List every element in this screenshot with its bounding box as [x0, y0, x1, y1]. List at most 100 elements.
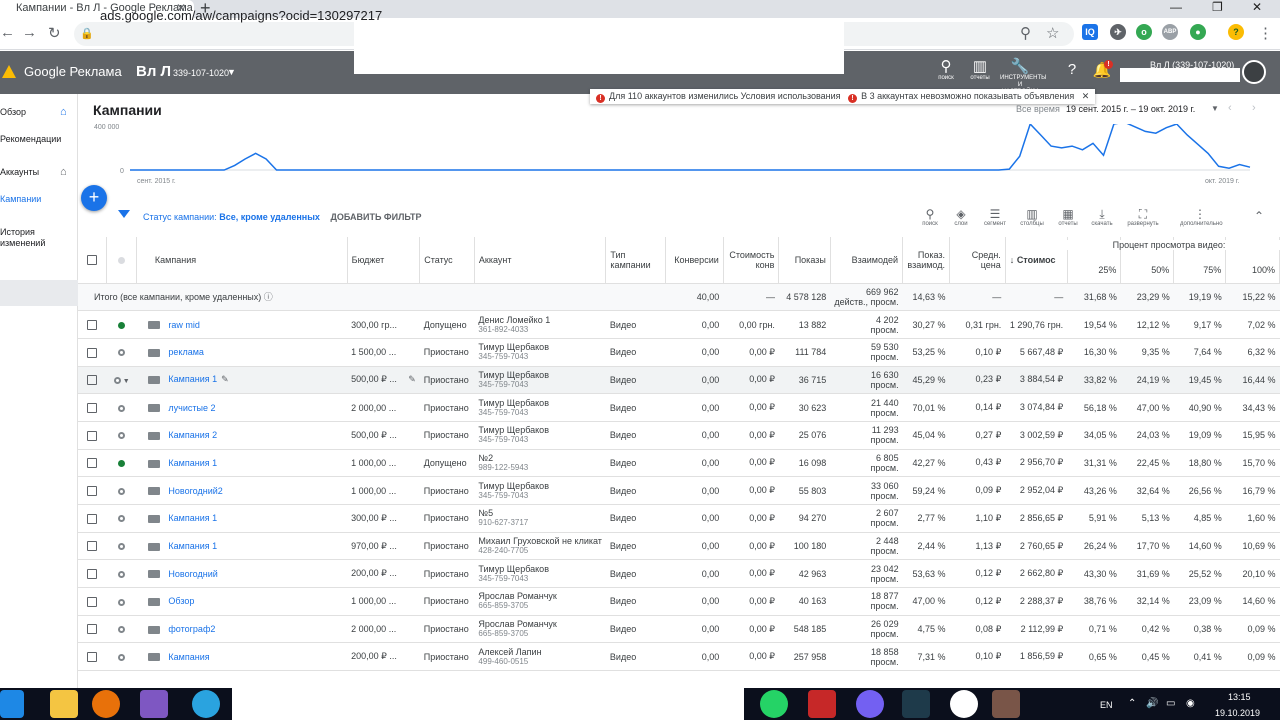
campaign-link[interactable]: Кампания 2	[168, 430, 217, 440]
column-header-avg-price[interactable]: Средн. цена	[949, 237, 1006, 284]
account-name-link[interactable]: Тимур Щербаков	[478, 425, 549, 435]
campaign-link[interactable]: Новогодний	[168, 569, 217, 579]
status-dot-cell[interactable]	[106, 338, 137, 367]
status-dot-cell[interactable]	[106, 310, 137, 339]
campaign-link[interactable]: Новогодний2	[168, 486, 222, 496]
file-explorer-icon[interactable]	[50, 690, 78, 718]
status-dot-cell[interactable]	[106, 532, 137, 561]
sidebar-item-overview[interactable]: Обзор	[0, 107, 26, 117]
notice-terms[interactable]: Для 110 аккаунтов изменились Условия исп…	[609, 91, 841, 101]
toolbar-download-button[interactable]: ⤓ скачать	[1084, 207, 1120, 227]
firefox-icon[interactable]	[92, 690, 120, 718]
status-dot-icon[interactable]	[118, 404, 126, 412]
row-checkbox-cell[interactable]	[78, 366, 107, 395]
table-row[interactable]: Кампания 1 300,00 ₽ ... Приостано №5 910-627…	[78, 504, 1280, 533]
account-cell[interactable]: Тимур Щербаков 345-759-7043	[474, 476, 606, 505]
reports-button[interactable]: ▥ отчеты	[960, 57, 1000, 82]
notice-ads[interactable]: В 3 аккаунтах невозможно показывать объя…	[861, 91, 1074, 101]
account-name[interactable]: Вл Л	[136, 63, 171, 80]
tray-up-icon[interactable]: ⌃	[1128, 698, 1136, 709]
row-checkbox[interactable]	[87, 347, 98, 358]
adblock-icon[interactable]: ABP	[1162, 24, 1178, 40]
extension-green-icon[interactable]: ●	[1190, 24, 1206, 40]
toolbar-segment-button[interactable]: ☰ сегмент	[977, 207, 1013, 227]
yandex-browser-icon[interactable]	[950, 690, 978, 718]
column-header-impressions[interactable]: Показы	[778, 237, 831, 284]
toolbar-layers-button[interactable]: ◈ слои	[943, 207, 979, 227]
start-button[interactable]	[0, 690, 24, 718]
status-dot-cell[interactable]	[106, 587, 137, 616]
clock-time[interactable]: 13:15	[1228, 692, 1251, 702]
minimize-icon[interactable]: —	[1170, 0, 1182, 14]
notifications-button[interactable]: 🔔	[1082, 61, 1122, 79]
status-dot-icon[interactable]	[118, 598, 126, 606]
row-checkbox[interactable]	[87, 513, 98, 524]
status-dot-icon[interactable]	[118, 515, 126, 523]
cube-app-icon[interactable]	[808, 690, 836, 718]
add-campaign-button[interactable]: +	[81, 185, 107, 211]
account-cell[interactable]: Алексей Лапин 499-460-0515	[474, 642, 606, 672]
row-checkbox-cell[interactable]	[78, 532, 107, 561]
date-range-value[interactable]: 19 сент. 2015 г. – 19 окт. 2019 г.	[1066, 104, 1195, 114]
status-dot-cell[interactable]	[106, 615, 137, 644]
filter-value[interactable]: Все, кроме удаленных	[219, 212, 320, 222]
status-dot-cell[interactable]	[106, 642, 137, 672]
account-cell[interactable]: Тимур Щербаков 345-759-7043	[474, 421, 606, 450]
account-cell[interactable]: Ярослав Романчук 665-859-3705	[474, 615, 606, 644]
account-cell[interactable]: Михаил Груховской не кликат 428-240-7705	[474, 532, 606, 561]
status-dot-icon[interactable]	[118, 626, 126, 634]
status-dot-icon[interactable]	[118, 570, 126, 578]
status-dot-icon[interactable]	[118, 543, 126, 551]
viber-icon[interactable]	[856, 690, 884, 718]
table-row[interactable]: фотограф2 2 000,00 ... Приостано Ярослав Ро…	[78, 615, 1280, 644]
add-filter-button[interactable]: ДОБАВИТЬ ФИЛЬТР	[330, 212, 421, 222]
lock-icon[interactable]: 🔒	[80, 27, 94, 40]
column-header-conv-cost[interactable]: Стоимость конв	[723, 237, 780, 284]
campaign-link[interactable]: Кампания 1	[168, 541, 217, 551]
close-window-icon[interactable]: ✕	[1252, 0, 1262, 14]
sidebar-item-history[interactable]: История	[0, 227, 35, 237]
filter-label[interactable]: Статус кампании:	[143, 212, 217, 222]
account-cell[interactable]: Тимур Щербаков 345-759-7043	[474, 338, 606, 367]
table-row[interactable]: Кампания 2 500,00 ₽ ... Приостано Тимур Щер…	[78, 421, 1280, 450]
zoom-icon[interactable]: ⚲	[1020, 24, 1031, 42]
row-checkbox[interactable]	[87, 541, 98, 552]
account-name-link[interactable]: Денис Ломейко 1	[478, 315, 550, 325]
extension-circle-icon[interactable]: o	[1136, 24, 1152, 40]
app-icon[interactable]	[140, 690, 168, 718]
row-checkbox-cell[interactable]	[78, 559, 107, 589]
extension-icon[interactable]: ✈	[1110, 24, 1126, 40]
account-name-link[interactable]: Алексей Лапин	[478, 647, 541, 657]
account-name-link[interactable]: Ярослав Романчук	[478, 619, 556, 629]
help-extension-icon[interactable]: ?	[1228, 24, 1244, 40]
status-caret-icon[interactable]: ▼	[121, 378, 130, 385]
toolbar-expand-button[interactable]: ⛶ развернуть	[1125, 207, 1161, 227]
account-name-link[interactable]: Тимур Щербаков	[478, 481, 549, 491]
row-checkbox[interactable]	[87, 375, 98, 386]
edit-budget-icon[interactable]: ✎	[408, 374, 416, 385]
row-checkbox[interactable]	[87, 596, 98, 607]
column-header-budget[interactable]: Бюджет	[347, 237, 421, 284]
row-checkbox-cell[interactable]	[78, 338, 107, 367]
account-name-link[interactable]: №5	[478, 508, 493, 518]
row-checkbox[interactable]	[87, 652, 98, 663]
campaign-link[interactable]: реклама	[168, 347, 204, 357]
account-name-link[interactable]: Тимур Щербаков	[478, 342, 549, 352]
status-dot-cell[interactable]	[106, 449, 137, 478]
url-text[interactable]: ads.google.com/aw/campaigns?ocid=1302972…	[100, 8, 382, 23]
sidebar-item-campaigns[interactable]: Кампании	[0, 194, 41, 204]
status-dot-icon[interactable]	[118, 460, 126, 468]
network-icon[interactable]: ▭	[1166, 698, 1175, 709]
row-checkbox-cell[interactable]	[78, 587, 107, 616]
campaign-link[interactable]: Кампания 1	[168, 374, 217, 384]
row-checkbox-cell[interactable]	[78, 393, 107, 422]
table-row[interactable]: Обзор 1 000,00 ... Приостано Ярослав Романч…	[78, 587, 1280, 616]
column-header-interaction-rate[interactable]: Показ. взаимод.	[902, 237, 950, 284]
campaign-link[interactable]: Обзор	[168, 596, 194, 606]
status-dot-icon[interactable]	[118, 432, 126, 440]
account-cell[interactable]: Тимур Щербаков 345-759-7043	[474, 559, 606, 589]
collapse-icon[interactable]: ⌃	[1254, 209, 1264, 223]
row-checkbox-cell[interactable]	[78, 615, 107, 644]
row-checkbox[interactable]	[87, 430, 98, 441]
row-checkbox-cell[interactable]	[78, 642, 107, 672]
